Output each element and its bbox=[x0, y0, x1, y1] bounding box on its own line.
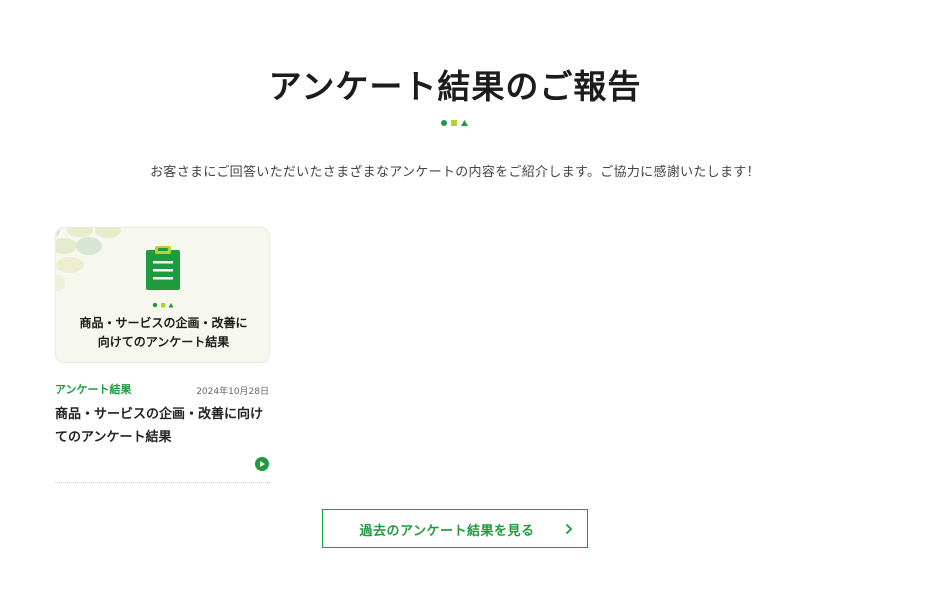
card-date: 2024年10月28日 bbox=[196, 387, 269, 397]
shape-marks-icon bbox=[152, 302, 174, 308]
card-category: アンケート結果 bbox=[55, 383, 132, 396]
card-thumbnail[interactable]: 商品・サービスの企画・改善に 向けてのアンケート結果 bbox=[55, 227, 270, 363]
survey-card[interactable]: 商品・サービスの企画・改善に 向けてのアンケート結果 アンケート結果 2024年… bbox=[55, 227, 270, 483]
arrow-circle-icon[interactable] bbox=[255, 457, 269, 471]
clipboard-icon bbox=[146, 246, 180, 290]
view-past-results-button[interactable]: 過去のアンケート結果を見る bbox=[322, 509, 588, 548]
thumbnail-title-line: 向けてのアンケート結果 bbox=[97, 335, 230, 349]
view-past-results-label: 過去のアンケート結果を見る bbox=[359, 524, 535, 539]
decorative-bubbles bbox=[56, 228, 121, 291]
chevron-right-icon bbox=[565, 523, 573, 535]
card-title-link[interactable]: 商品・サービスの企画・改善に向けてのアンケート結果 bbox=[55, 403, 270, 449]
thumbnail-title: 商品・サービスの企画・改善に 向けてのアンケート結果 bbox=[56, 314, 269, 352]
page-title: アンケート結果のご報告 bbox=[268, 67, 642, 106]
thumbnail-title-line: 商品・サービスの企画・改善に bbox=[79, 316, 248, 330]
intro-text: お客さまにご回答いただいたさまざまなアンケートの内容をご紹介します。ご協力に感謝… bbox=[150, 165, 760, 180]
shape-marks-icon bbox=[441, 120, 468, 126]
